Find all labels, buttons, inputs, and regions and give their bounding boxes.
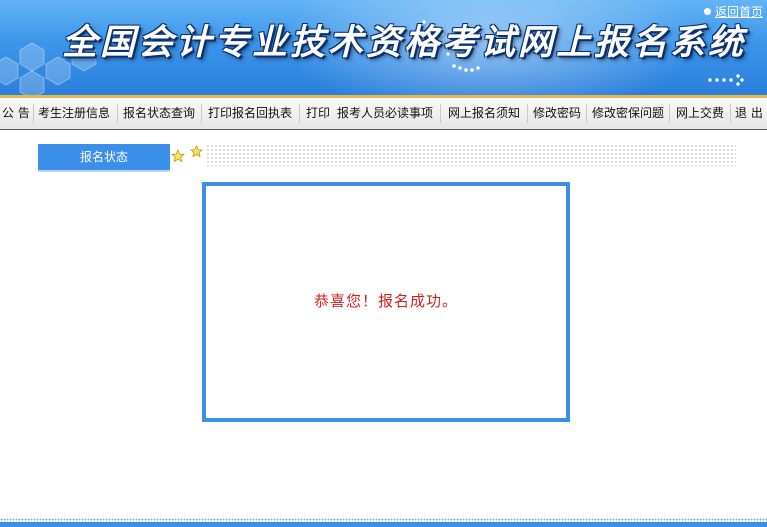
star-icon (171, 149, 185, 163)
nav-online-payment[interactable]: 网上交费 (676, 98, 724, 129)
nav-change-password[interactable]: 修改密码 (533, 98, 581, 129)
nav-announcement[interactable]: 公 告 (2, 98, 30, 129)
nav-change-security[interactable]: 修改密保问题 (592, 98, 664, 129)
nav-status-query[interactable]: 报名状态查询 (123, 98, 195, 129)
nav-logout[interactable]: 退 出 (735, 98, 763, 129)
section-tab-shadow (38, 170, 170, 172)
nav-separator (201, 104, 202, 123)
nav-underline (0, 129, 767, 130)
star-icon (190, 145, 203, 158)
footer-bar (0, 522, 767, 527)
section-tab-registration-status: 报名状态 (38, 144, 170, 170)
nav-online-notice[interactable]: 网上报名须知 (448, 98, 520, 129)
nav-separator (440, 104, 441, 123)
dots-decoration (708, 74, 744, 86)
nav-separator (730, 104, 731, 123)
nav-print[interactable]: 打印 (306, 98, 330, 129)
nav-separator (669, 104, 670, 123)
nav-separator (33, 104, 34, 123)
success-message: 恭喜您！报名成功。 (313, 292, 458, 310)
system-title: 全国会计专业技术资格考试网上报名系统 (62, 22, 747, 63)
bullet-icon (704, 8, 711, 15)
nav-must-read[interactable]: 报考人员必读事项 (337, 98, 433, 129)
nav-separator (527, 104, 528, 123)
nav-registration-info[interactable]: 考生注册信息 (38, 98, 110, 129)
home-link[interactable]: 返回首页 (715, 4, 763, 20)
nav-separator (299, 104, 300, 123)
dotted-header-bar (206, 144, 736, 166)
top-nav: 公 告 考生注册信息 报名状态查询 打印报名回执表 打印 报考人员必读事项 网上… (0, 98, 767, 130)
nav-separator (586, 104, 587, 123)
header-banner: 全国会计专业技术资格考试网上报名系统 返回首页 (0, 0, 767, 95)
nav-print-receipt[interactable]: 打印报名回执表 (208, 98, 292, 129)
result-message-box: 恭喜您！报名成功。 (202, 182, 570, 422)
nav-separator (117, 104, 118, 123)
